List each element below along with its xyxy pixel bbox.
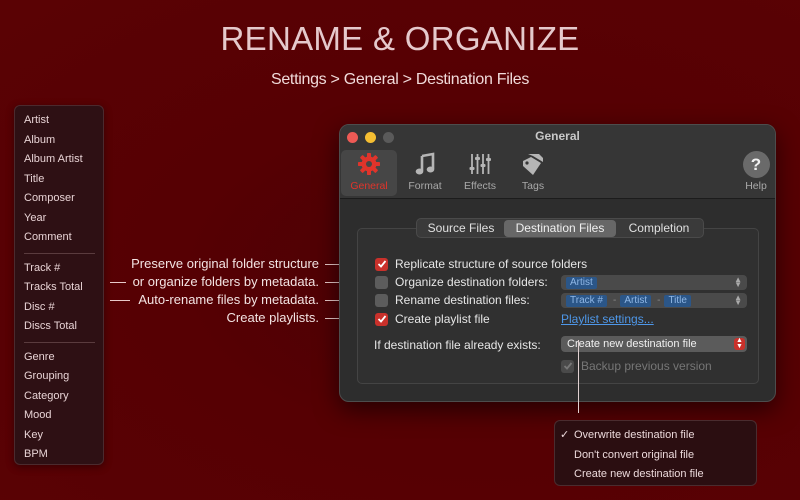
- option-label: Don't convert original file: [574, 448, 695, 461]
- breadcrumb-subhead: Settings > General > Destination Files: [270, 71, 530, 88]
- tab-destination-files[interactable]: Destination Files: [504, 219, 616, 237]
- toolbar-format-label: Format: [408, 180, 442, 192]
- tag-item-composer[interactable]: Composer: [15, 189, 103, 209]
- tag-item-album[interactable]: Album: [15, 131, 103, 151]
- token-separator: -: [612, 295, 617, 306]
- replicate-structure-checkbox[interactable]: [375, 257, 388, 271]
- playlist-settings-link[interactable]: Playlist settings...: [561, 312, 654, 326]
- exists-action-select[interactable]: Create new destination file ▲ ▼: [561, 336, 747, 352]
- create-playlist-label: Create playlist file: [395, 312, 490, 326]
- settings-window: General General Format Effects Tags ? He…: [339, 124, 776, 402]
- toolbar-format-button[interactable]: Format: [402, 150, 448, 196]
- callout-line: [110, 282, 126, 283]
- checkmark-icon: ✓: [560, 429, 570, 441]
- tag-item-category[interactable]: Category: [15, 387, 103, 407]
- option-dont-convert[interactable]: Don't convert original file: [555, 446, 756, 466]
- callout-create-playlists: Create playlists.: [226, 310, 319, 325]
- headline: RENAME & ORGANIZE: [220, 20, 580, 57]
- tag-item-album-artist[interactable]: Album Artist: [15, 150, 103, 170]
- exists-options-menu: ✓ Overwrite destination file Don't conve…: [554, 420, 757, 486]
- callout-line: [110, 300, 130, 301]
- option-overwrite[interactable]: ✓ Overwrite destination file: [555, 426, 756, 446]
- token-track-number[interactable]: Track #: [566, 294, 607, 307]
- tag-item-genre[interactable]: Genre: [15, 348, 103, 368]
- organize-folders-label: Organize destination folders:: [395, 275, 548, 289]
- token-title[interactable]: Title: [664, 294, 691, 307]
- music-note-icon: [402, 150, 448, 178]
- tag-item-key[interactable]: Key: [15, 426, 103, 446]
- tab-source-files[interactable]: Source Files: [418, 220, 504, 237]
- tag-item-mood[interactable]: Mood: [15, 406, 103, 426]
- tag-item-tracks-total[interactable]: Tracks Total: [15, 278, 103, 298]
- tab-completion[interactable]: Completion: [616, 220, 702, 237]
- token-separator: -: [657, 295, 661, 306]
- option-label: Create new destination file: [574, 468, 704, 480]
- help-icon: ?: [738, 150, 774, 178]
- menu-divider: [24, 341, 95, 343]
- tag-item-grouping[interactable]: Grouping: [15, 367, 103, 387]
- toolbar-effects-label: Effects: [464, 180, 496, 192]
- help-glyph: ?: [742, 150, 770, 178]
- callout-line: [578, 340, 579, 413]
- backup-checkbox[interactable]: [561, 359, 574, 373]
- toolbar: General General Format Effects Tags ? He…: [340, 125, 775, 199]
- stepper-icon: ▲ ▼: [734, 293, 742, 307]
- tag-item-bpm[interactable]: BPM: [15, 445, 103, 465]
- toolbar-effects-button[interactable]: Effects: [456, 150, 504, 196]
- window-title: General: [535, 129, 580, 143]
- exists-action-value: Create new destination file: [567, 338, 697, 350]
- option-create-new[interactable]: Create new destination file: [555, 465, 756, 485]
- token-artist[interactable]: Artist: [566, 276, 597, 289]
- backup-label: Backup previous version: [581, 359, 712, 373]
- toolbar-tags-label: Tags: [521, 180, 545, 192]
- stepper-icon: ▲ ▼: [734, 275, 742, 289]
- create-playlist-option: Create playlist file: [375, 311, 490, 327]
- organize-folders-option: Organize destination folders:: [375, 274, 548, 290]
- tab-bar: Source Files Destination Files Completio…: [416, 218, 704, 238]
- replicate-structure-option: Replicate structure of source folders: [375, 256, 587, 272]
- rename-files-label: Rename destination files:: [395, 293, 530, 307]
- replicate-structure-label: Replicate structure of source folders: [395, 257, 588, 271]
- sliders-icon: [456, 150, 504, 178]
- chevron-updown-icon: ▲ ▼: [734, 337, 745, 350]
- tag-item-comment[interactable]: Comment: [15, 228, 103, 248]
- folder-pattern-field[interactable]: Artist ▲ ▼: [561, 275, 747, 290]
- create-playlist-checkbox[interactable]: [375, 312, 388, 326]
- tag-item-artist[interactable]: Artist: [15, 111, 103, 131]
- rename-files-option: Rename destination files:: [375, 292, 530, 308]
- organize-folders-checkbox[interactable]: [375, 275, 388, 289]
- tag-item-year[interactable]: Year: [15, 209, 103, 229]
- help-label: Help: [745, 180, 767, 192]
- toolbar-general-label: General: [350, 180, 388, 192]
- tag-item-title[interactable]: Title: [15, 170, 103, 190]
- token-artist[interactable]: Artist: [620, 294, 652, 307]
- callout-organize-folders: or organize folders by metadata.: [132, 274, 319, 289]
- tags-icon: [512, 150, 554, 178]
- callout-auto-rename: Auto-rename files by metadata.: [138, 292, 319, 307]
- toolbar-general-button[interactable]: General: [341, 150, 397, 196]
- tag-menu: Artist Album Album Artist Title Composer…: [14, 105, 104, 465]
- menu-divider: [24, 252, 95, 254]
- toolbar-tags-button[interactable]: Tags: [512, 150, 554, 196]
- option-label: Overwrite destination file: [574, 429, 695, 441]
- filename-pattern-field[interactable]: Track # - Artist - Title ▲ ▼: [561, 293, 747, 308]
- backup-option: Backup previous version: [561, 358, 712, 374]
- tag-item-track-number[interactable]: Track #: [15, 259, 103, 279]
- rename-files-checkbox[interactable]: [375, 293, 388, 307]
- exists-label: If destination file already exists:: [374, 338, 541, 352]
- tag-item-discs-total[interactable]: Discs Total: [15, 317, 103, 337]
- callout-preserve-structure: Preserve original folder structure: [131, 256, 319, 271]
- tag-item-disc-number[interactable]: Disc #: [15, 298, 103, 318]
- help-button[interactable]: ? Help: [738, 150, 774, 196]
- gear-icon: [341, 150, 397, 178]
